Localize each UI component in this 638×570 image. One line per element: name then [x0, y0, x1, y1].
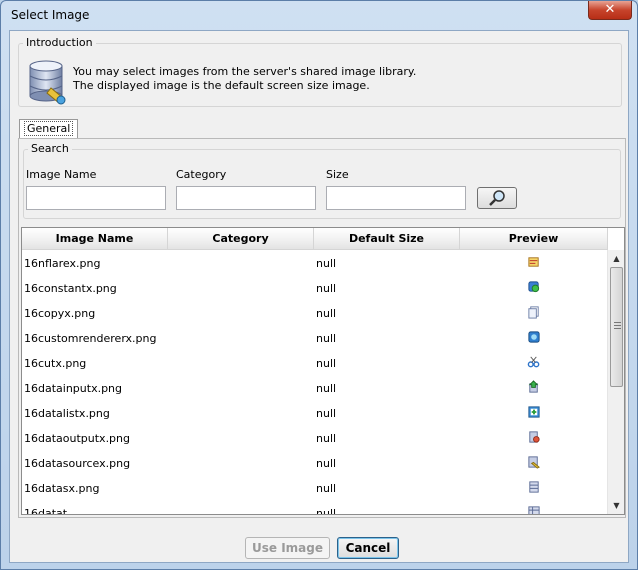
cell-preview	[460, 280, 608, 297]
scroll-thumb[interactable]	[610, 267, 623, 387]
column-image-name[interactable]: Image Name	[22, 228, 168, 250]
select-image-dialog: Select Image ✕ Introduction You may sele…	[0, 0, 638, 570]
custom-renderer-icon	[528, 331, 540, 343]
cell-image-name: 16cutx.png	[24, 357, 87, 370]
data-table-icon	[528, 506, 540, 514]
dialog-client-area: Introduction You may select images from …	[9, 30, 629, 563]
datas-icon	[529, 481, 539, 493]
introduction-legend: Introduction	[23, 36, 96, 49]
cell-image-name: 16copyx.png	[24, 307, 96, 320]
constant-icon	[528, 281, 540, 293]
table-row[interactable]: 16customrendererx.png null	[22, 326, 608, 351]
table-row[interactable]: 16datainputx.png null	[22, 376, 608, 401]
close-button[interactable]: ✕	[588, 1, 632, 20]
tab-general[interactable]: General	[19, 119, 79, 139]
table-row[interactable]: 16cutx.png null	[22, 351, 608, 376]
size-label: Size	[326, 168, 349, 181]
cell-image-name: 16nflarex.png	[24, 257, 101, 270]
table-row[interactable]: 16datalistx.png null	[22, 401, 608, 426]
table-header: Image Name Category Default Size Preview	[22, 228, 608, 250]
flare-icon	[528, 257, 539, 267]
cell-default-size: null	[316, 407, 337, 420]
data-input-icon	[528, 380, 539, 393]
cell-default-size: null	[316, 507, 337, 515]
thumb-grip-line	[614, 328, 621, 329]
table-row[interactable]: 16datasx.png null	[22, 476, 608, 501]
search-group: Search Image Name Category Size	[23, 142, 621, 219]
cell-image-name: 16datalistx.png	[24, 407, 110, 420]
image-table: Image Name Category Default Size Preview…	[21, 227, 625, 515]
table-row[interactable]: 16datasourcex.png null	[22, 451, 608, 476]
cell-image-name: 16customrendererx.png	[24, 332, 157, 345]
cancel-button[interactable]: Cancel	[337, 537, 399, 559]
cell-preview	[460, 305, 608, 322]
cell-image-name: 16datainputx.png	[24, 382, 123, 395]
close-icon: ✕	[604, 2, 616, 17]
thumb-grip-line	[614, 322, 621, 323]
cut-icon	[527, 356, 540, 368]
table-row[interactable]: 16copyx.png null	[22, 301, 608, 326]
use-image-button[interactable]: Use Image	[245, 537, 330, 559]
window-title: Select Image	[11, 8, 90, 22]
cell-image-name: 16datat...	[24, 507, 78, 515]
copy-icon	[528, 306, 539, 319]
cell-preview	[460, 255, 608, 272]
thumb-grip-line	[614, 325, 621, 326]
data-output-icon	[529, 431, 540, 443]
magnifier-icon	[489, 190, 505, 206]
cell-image-name: 16datasourcex.png	[24, 457, 131, 470]
image-name-input[interactable]	[26, 186, 166, 210]
image-name-label: Image Name	[26, 168, 97, 181]
table-row[interactable]: 16datat... null	[22, 501, 608, 515]
cell-default-size: null	[316, 482, 337, 495]
cell-image-name: 16datasx.png	[24, 482, 100, 495]
cell-default-size: null	[316, 332, 337, 345]
table-row[interactable]: 16dataoutputx.png null	[22, 426, 608, 451]
data-source-icon	[528, 456, 540, 469]
cell-preview	[460, 330, 608, 347]
introduction-group: Introduction You may select images from …	[18, 36, 622, 107]
cell-preview	[460, 430, 608, 447]
cell-default-size: null	[316, 432, 337, 445]
general-tab-panel: Search Image Name Category Size Image Na…	[18, 138, 626, 518]
cell-default-size: null	[316, 307, 337, 320]
scroll-up-arrow[interactable]: ▲	[608, 250, 624, 267]
title-bar[interactable]: Select Image ✕	[1, 1, 637, 29]
cell-image-name: 16dataoutputx.png	[24, 432, 130, 445]
cell-default-size: null	[316, 282, 337, 295]
vertical-scrollbar[interactable]: ▲ ▼	[607, 250, 624, 514]
cell-preview	[460, 455, 608, 472]
search-button[interactable]	[477, 187, 517, 209]
cell-default-size: null	[316, 382, 337, 395]
table-row[interactable]: 16nflarex.png null	[22, 251, 608, 276]
search-legend: Search	[28, 142, 72, 155]
cell-preview	[460, 480, 608, 497]
intro-line-1: You may select images from the server's …	[73, 65, 417, 78]
introduction-text: You may select images from the server's …	[73, 65, 416, 93]
column-preview[interactable]: Preview	[460, 228, 608, 250]
database-image-icon	[29, 60, 66, 105]
column-category[interactable]: Category	[168, 228, 314, 250]
size-input[interactable]	[326, 186, 466, 210]
category-label: Category	[176, 168, 227, 181]
table-row[interactable]: 16constantx.png null	[22, 276, 608, 301]
cell-default-size: null	[316, 457, 337, 470]
column-default-size[interactable]: Default Size	[314, 228, 460, 250]
cell-default-size: null	[316, 357, 337, 370]
cell-default-size: null	[316, 257, 337, 270]
cell-preview	[460, 405, 608, 422]
intro-line-2: The displayed image is the default scree…	[73, 79, 370, 92]
table-body: 16nflarex.png null 16constantx.png null 16co…	[22, 251, 608, 515]
cell-image-name: 16constantx.png	[24, 282, 117, 295]
cell-preview	[460, 355, 608, 372]
tab-general-label: General	[24, 121, 74, 136]
data-list-icon	[528, 406, 540, 418]
cell-preview	[460, 505, 608, 514]
scroll-down-arrow[interactable]: ▼	[608, 497, 624, 514]
cell-preview	[460, 380, 608, 397]
category-input[interactable]	[176, 186, 316, 210]
